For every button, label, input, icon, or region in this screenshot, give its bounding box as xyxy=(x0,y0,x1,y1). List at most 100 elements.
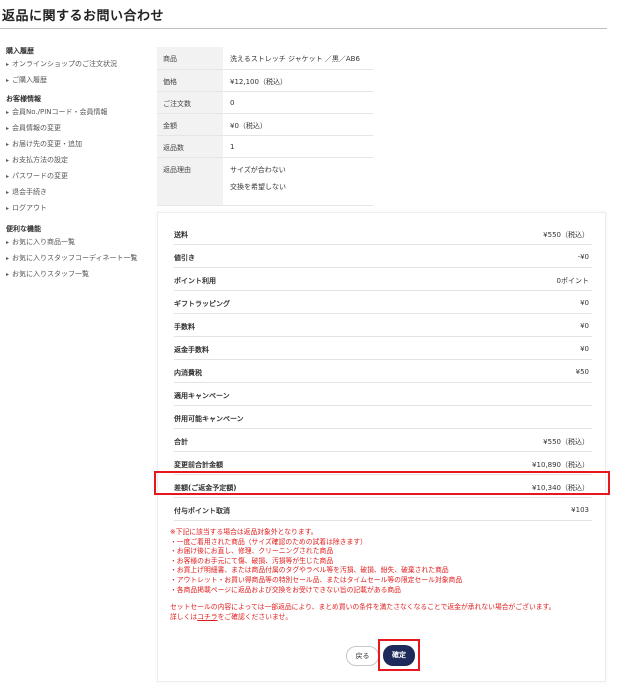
note-line: ※下記に該当する場合は返品対象外となります。 xyxy=(170,528,318,536)
summary-row-point-cancel: 付与ポイント取消 ¥103 xyxy=(174,498,592,521)
row-label: ポイント利用 xyxy=(174,277,216,285)
row-label: 合計 xyxy=(174,438,188,446)
row-value: 0ポイント xyxy=(556,277,589,285)
summary-row-shipping: 送料 ¥550（税込） xyxy=(174,222,592,245)
sidebar-item-purchase-history[interactable]: ▸ ご購入履歴 xyxy=(6,72,154,88)
summary-row-discount: 値引き -¥0 xyxy=(174,245,592,268)
row-label: 変更前合計金額 xyxy=(174,461,223,469)
row-value: ¥0 xyxy=(580,299,589,307)
chevron-right-icon: ▸ xyxy=(6,205,10,212)
row-label: 併用可能キャンペーン xyxy=(174,415,244,423)
sidebar: 購入履歴 ▸ オンラインショップのご注文状況 ▸ ご購入履歴 お客様情報 ▸ 会員No… xyxy=(6,46,154,282)
row-value: ¥0 xyxy=(580,322,589,330)
row-value: ¥50 xyxy=(575,368,589,376)
return-reason-2: 交換を希望しない xyxy=(230,182,286,191)
sidebar-item-delivery-address[interactable]: ▸ お届け先の変更・追加 xyxy=(6,136,154,152)
note-line: ・お客様のお手元にて傷、破損、汚損等が生じた商品 xyxy=(170,556,334,565)
sidebar-heading-useful-features: 便利な機能 xyxy=(6,225,41,233)
row-label: 返品数 xyxy=(157,135,223,158)
product-detail-table: 商品 洗えるストレッチ ジャケット ／黒／AB6 価格 ¥12,100（税込） … xyxy=(157,47,373,206)
chevron-right-icon: ▸ xyxy=(6,125,10,132)
sidebar-item-favorite-coordinates[interactable]: ▸ お気に入りスタッフコーディネート一覧 xyxy=(6,250,154,266)
row-value: -¥0 xyxy=(577,253,589,261)
sidebar-item-label: 会員情報の変更 xyxy=(12,124,62,132)
sidebar-item-label: 退会手続き xyxy=(12,188,48,196)
sidebar-item-payment-method[interactable]: ▸ お支払方法の設定 xyxy=(6,152,154,168)
sidebar-heading-purchase-history: 購入履歴 xyxy=(6,47,34,55)
sidebar-item-withdraw[interactable]: ▸ 退会手続き xyxy=(6,184,154,200)
sidebar-item-label: オンラインショップのご注文状況 xyxy=(12,60,118,68)
details-link[interactable]: コチラ xyxy=(197,613,217,621)
sidebar-item-favorite-staff[interactable]: ▸ お気に入りスタッフ一覧 xyxy=(6,266,154,282)
summary-row-gift-wrapping: ギフトラッピング ¥0 xyxy=(174,291,592,314)
sidebar-item-label: 会員No./PINコード・会員情報 xyxy=(12,108,108,116)
row-value: ¥0 xyxy=(580,345,589,353)
note-line: ・各商品掲載ページに返品および交換をお受けできない旨の記載がある商品 xyxy=(170,585,401,594)
chevron-right-icon: ▸ xyxy=(6,77,10,84)
set-sale-note: セットセールの内容によっては一部返品により、まとめ買いの条件を満たさなくなること… xyxy=(170,603,556,612)
row-label: 値引き xyxy=(174,254,195,262)
sidebar-heading-customer-info: お客様情報 xyxy=(6,95,41,103)
sidebar-item-logout[interactable]: ▸ ログアウト xyxy=(6,200,154,216)
summary-row-refund-fee: 返金手数料 ¥0 xyxy=(174,337,592,360)
row-label: 返品理由 xyxy=(157,157,223,206)
row-label: 返金手数料 xyxy=(174,346,209,354)
chevron-right-icon: ▸ xyxy=(6,271,10,278)
table-row: 返品数 1 xyxy=(157,135,373,158)
confirm-button-highlight xyxy=(378,639,420,671)
sidebar-item-label: ご購入履歴 xyxy=(12,76,48,84)
row-label: 手数料 xyxy=(174,323,195,331)
summary-row-combinable-campaign: 併用可能キャンペーン xyxy=(174,406,592,429)
table-row: 価格 ¥12,100（税込） xyxy=(157,69,373,92)
row-label: 適用キャンペーン xyxy=(174,392,230,400)
note-line: ・一度ご着用された商品（サイズ確認のための試着は除きます） xyxy=(170,537,367,546)
return-notes: ※下記に該当する場合は返品対象外となります。 ・一度ご着用された商品（サイズ確認… xyxy=(170,528,606,622)
sidebar-item-label: パスワードの変更 xyxy=(12,172,69,180)
summary-row-applied-campaign: 適用キャンペーン xyxy=(174,383,592,406)
chevron-right-icon: ▸ xyxy=(6,173,10,180)
row-value: ¥12,100（税込） xyxy=(223,69,373,92)
table-row: 商品 洗えるストレッチ ジャケット ／黒／AB6 xyxy=(157,47,373,70)
sidebar-item-label: お気に入り商品一覧 xyxy=(12,238,76,246)
row-label: 価格 xyxy=(157,69,223,92)
row-label: 送料 xyxy=(174,231,188,239)
table-row: 金額 ¥0（税込） xyxy=(157,113,373,136)
sidebar-item-label: お届け先の変更・追加 xyxy=(12,140,83,148)
row-value: サイズが合わない 交換を希望しない xyxy=(223,157,373,206)
row-label: 商品 xyxy=(157,47,223,70)
note-line: ・アウトレット・お買い得商品等の特別セール品、またはタイムセール等の限定セール対… xyxy=(170,575,463,584)
table-row: ご注文数 0 xyxy=(157,91,373,114)
sidebar-item-label: お気に入りスタッフコーディネート一覧 xyxy=(12,254,138,262)
summary-row-points-used: ポイント利用 0ポイント xyxy=(174,268,592,291)
table-row: 返品理由 サイズが合わない 交換を希望しない xyxy=(157,157,373,206)
chevron-right-icon: ▸ xyxy=(6,239,10,246)
details-suffix: をご確認くださいませ。 xyxy=(217,612,293,621)
row-value: 0 xyxy=(223,91,373,114)
chevron-right-icon: ▸ xyxy=(6,157,10,164)
sidebar-item-label: ログアウト xyxy=(12,204,48,212)
chevron-right-icon: ▸ xyxy=(6,141,10,148)
row-value: ¥0（税込） xyxy=(223,113,373,136)
sidebar-item-online-order-status[interactable]: ▸ オンラインショップのご注文状況 xyxy=(6,56,154,72)
details-prefix: 詳しくは xyxy=(170,612,198,621)
chevron-right-icon: ▸ xyxy=(6,189,10,196)
row-value: ¥103 xyxy=(571,506,589,514)
back-button[interactable]: 戻る xyxy=(346,646,379,666)
row-value: 1 xyxy=(223,135,373,158)
summary-row-fee: 手数料 ¥0 xyxy=(174,314,592,337)
title-divider xyxy=(0,28,607,29)
sidebar-item-member-info[interactable]: ▸ 会員No./PINコード・会員情報 xyxy=(6,104,154,120)
note-line: ・お届け後にお直し、修理、クリーニングされた商品 xyxy=(170,547,334,556)
sidebar-item-change-password[interactable]: ▸ パスワードの変更 xyxy=(6,168,154,184)
sidebar-item-favorite-products[interactable]: ▸ お気に入り商品一覧 xyxy=(6,234,154,250)
row-value: 洗えるストレッチ ジャケット ／黒／AB6 xyxy=(223,47,373,70)
sidebar-item-label: お支払方法の設定 xyxy=(12,156,69,164)
sidebar-item-change-member-info[interactable]: ▸ 会員情報の変更 xyxy=(6,120,154,136)
summary-row-total: 合計 ¥550（税込） xyxy=(174,429,592,452)
row-label: 内消費税 xyxy=(174,369,202,377)
sidebar-item-label: お気に入りスタッフ一覧 xyxy=(12,270,90,278)
details-note: 詳しくはコチラをご確認くださいませ。 xyxy=(170,613,606,623)
row-value: ¥550（税込） xyxy=(543,438,589,446)
chevron-right-icon: ▸ xyxy=(6,109,10,116)
chevron-right-icon: ▸ xyxy=(6,61,10,68)
